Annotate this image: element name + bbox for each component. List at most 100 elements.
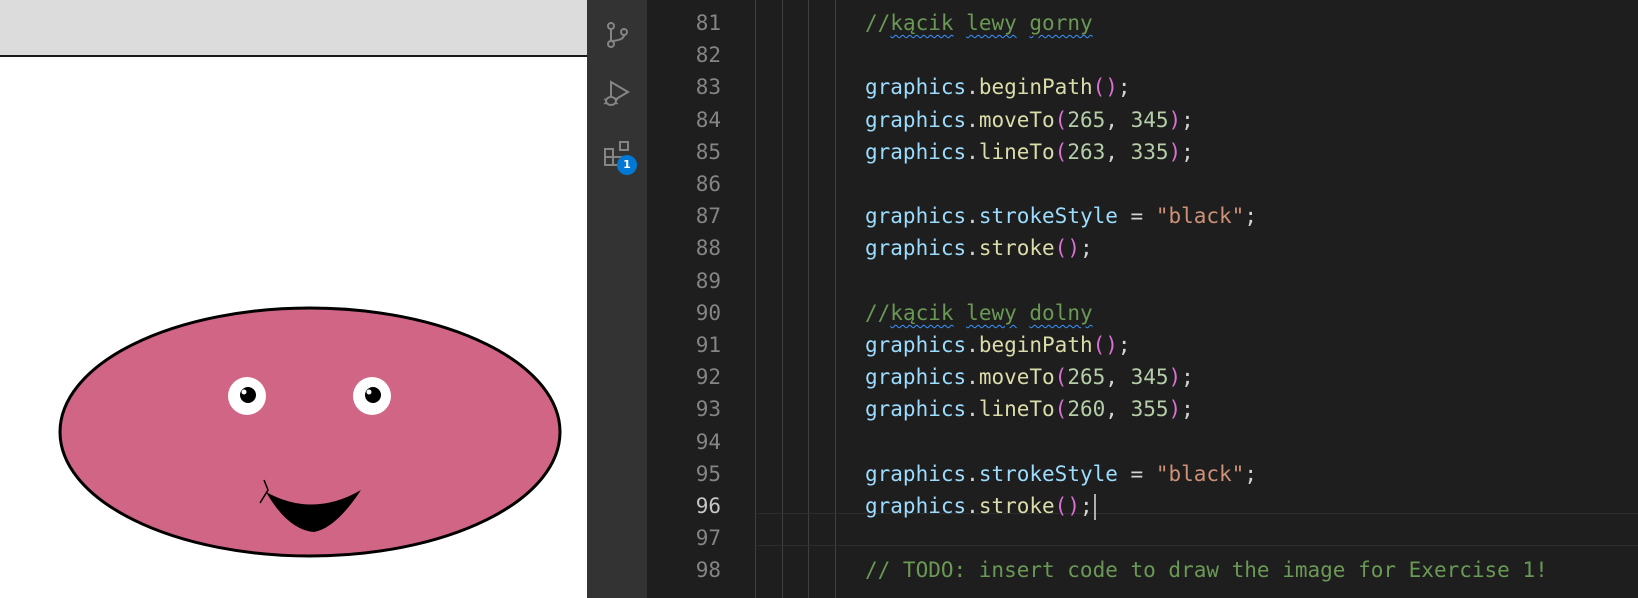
code-line[interactable]: 94: [647, 425, 1638, 459]
string-value: "black": [1155, 204, 1245, 229]
code-text: graphics.strokeStyle = "black";: [865, 199, 1257, 233]
method-name: stroke: [978, 236, 1055, 261]
arg-number: 265: [1067, 365, 1106, 390]
arg-separator: ,: [1105, 397, 1131, 422]
code-line[interactable]: 93 graphics.lineTo(260, 355);: [647, 392, 1638, 426]
open-paren: (: [1054, 494, 1068, 518]
activity-bar: 1: [587, 0, 647, 598]
close-paren: ): [1168, 107, 1182, 132]
semicolon: ;: [1181, 107, 1194, 132]
code-line[interactable]: 92 graphics.moveTo(265, 345);: [647, 360, 1638, 394]
line-number: 87: [695, 204, 721, 229]
method-name: moveTo: [978, 365, 1055, 390]
open-paren: (: [1054, 365, 1068, 390]
code-line[interactable]: 81 //kącik lewy gorny: [647, 6, 1638, 40]
line-number: 98: [695, 558, 721, 583]
run-debug-icon[interactable]: [603, 79, 631, 107]
code-line[interactable]: 84 graphics.moveTo(265, 345);: [647, 103, 1638, 137]
code-text: graphics.beginPath();: [865, 70, 1131, 104]
semicolon: ;: [1244, 461, 1257, 486]
string-value: "black": [1155, 461, 1245, 486]
arg-number: 345: [1130, 107, 1169, 132]
left-eye-pupil: [240, 387, 256, 403]
code-line[interactable]: 97: [647, 521, 1638, 555]
close-paren: ): [1168, 397, 1182, 422]
code-line[interactable]: 87 graphics.strokeStyle = "black";: [647, 199, 1638, 233]
todo-comment: // TODO: insert code to draw the image f…: [865, 558, 1548, 583]
object-name: graphics: [865, 236, 967, 261]
object-name: graphics: [865, 75, 967, 100]
line-number: 89: [695, 268, 721, 293]
object-name: graphics: [865, 397, 967, 422]
comment-word: kącik: [890, 11, 954, 35]
open-paren: (: [1054, 397, 1068, 422]
smiley-canvas: [58, 306, 562, 558]
source-control-icon[interactable]: [603, 21, 631, 49]
method-name: lineTo: [978, 139, 1055, 164]
code-text: // TODO: insert code to draw the image f…: [865, 553, 1548, 587]
line-number: 96: [695, 494, 721, 518]
dot: .: [966, 236, 979, 261]
close-paren: ): [1105, 333, 1118, 357]
comment-word: lewy: [966, 11, 1017, 35]
code-text: graphics.stroke();: [865, 231, 1093, 265]
line-number: 86: [695, 172, 721, 196]
property-name: strokeStyle: [978, 461, 1118, 486]
semicolon: ;: [1117, 75, 1131, 100]
code-line[interactable]: 96 graphics.stroke();: [647, 489, 1638, 523]
line-number: 90: [695, 300, 721, 325]
comment-word: gorny: [1029, 11, 1093, 35]
code-editor[interactable]: 81 //kącik lewy gorny 82 83 graphics.beginPa…: [647, 0, 1638, 598]
comment-prefix: //: [865, 11, 891, 35]
left-eye-highlight: [241, 389, 247, 395]
code-line[interactable]: 85 graphics.lineTo(263, 335);: [647, 135, 1638, 169]
code-text: graphics.moveTo(265, 345);: [865, 103, 1194, 137]
line-number: 83: [695, 75, 721, 100]
line-number: 92: [695, 365, 721, 390]
code-text: graphics.moveTo(265, 345);: [865, 360, 1194, 394]
method-name: lineTo: [978, 397, 1055, 422]
code-text: graphics.lineTo(260, 355);: [865, 392, 1194, 426]
arg-number: 265: [1067, 107, 1106, 132]
code-line[interactable]: 82: [647, 38, 1638, 72]
comment-word: dolny: [1029, 300, 1093, 325]
code-text: graphics.beginPath();: [865, 328, 1131, 362]
line-number: 81: [695, 11, 721, 35]
code-line[interactable]: 83 graphics.beginPath();: [647, 70, 1638, 104]
code-text: graphics.strokeStyle = "black";: [865, 457, 1257, 491]
line-number: 88: [695, 236, 721, 261]
line-number: 82: [695, 43, 721, 68]
code-line[interactable]: 95 graphics.strokeStyle = "black";: [647, 457, 1638, 491]
line-number: 85: [695, 139, 721, 164]
code-line[interactable]: 86: [647, 167, 1638, 201]
object-name: graphics: [865, 107, 967, 132]
code-line[interactable]: 88 graphics.stroke();: [647, 231, 1638, 265]
arg-number: 335: [1130, 139, 1169, 164]
open-paren: (: [1054, 107, 1068, 132]
semicolon: ;: [1181, 365, 1194, 390]
arg-number: 345: [1130, 365, 1169, 390]
dot: .: [966, 204, 979, 229]
line-number: 91: [695, 333, 721, 357]
code-line[interactable]: 90 //kącik lewy dolny: [647, 296, 1638, 330]
semicolon: ;: [1244, 204, 1257, 229]
semicolon: ;: [1181, 139, 1194, 164]
dot: .: [966, 75, 979, 100]
code-line[interactable]: 91 graphics.beginPath();: [647, 328, 1638, 362]
code-text: //kącik lewy gorny: [865, 6, 1093, 40]
close-paren: ): [1067, 236, 1080, 261]
close-paren: ): [1168, 139, 1182, 164]
arg-number: 355: [1130, 397, 1169, 422]
code-line[interactable]: 89: [647, 264, 1638, 298]
dot: .: [966, 397, 979, 422]
arg-separator: ,: [1105, 107, 1131, 132]
line-number: 84: [695, 107, 721, 132]
method-name: stroke: [978, 494, 1055, 518]
close-paren: ): [1168, 365, 1182, 390]
code-line[interactable]: 98 // TODO: insert code to draw the image…: [647, 553, 1638, 587]
code-text: graphics.stroke();: [865, 489, 1096, 523]
assign-operator: =: [1117, 461, 1156, 486]
dot: .: [966, 461, 979, 486]
semicolon: ;: [1117, 333, 1131, 357]
property-name: strokeStyle: [978, 204, 1118, 229]
